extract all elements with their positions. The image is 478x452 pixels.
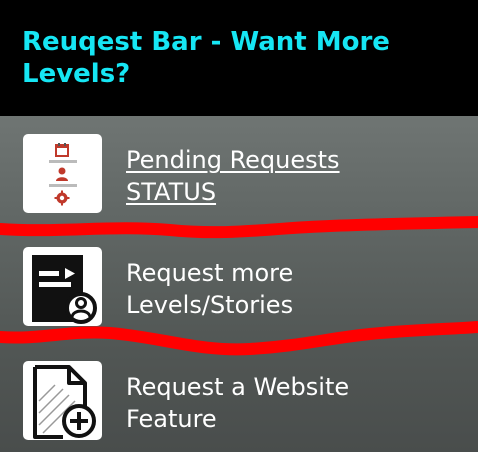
pending-requests-thumbnail bbox=[23, 134, 102, 213]
pending-requests-link[interactable]: Pending Requests STATUS bbox=[126, 144, 456, 208]
request-list: Pending Requests STATUS Request more Lev… bbox=[0, 116, 478, 452]
list-item-request-levels[interactable]: Request more Levels/Stories bbox=[0, 229, 478, 337]
gear-icon bbox=[54, 190, 70, 206]
thumbnail-caption bbox=[49, 184, 77, 187]
document-user-icon bbox=[32, 255, 97, 324]
thumbnail-caption bbox=[49, 160, 77, 163]
panel-header: Reuqest Bar - Want More Levels? bbox=[0, 0, 478, 116]
document-add-icon bbox=[33, 365, 96, 439]
request-feature-thumbnail bbox=[23, 361, 102, 440]
list-item-request-feature[interactable]: Request a Website Feature bbox=[0, 343, 478, 451]
request-bar-panel: Reuqest Bar - Want More Levels? Pending … bbox=[0, 0, 478, 452]
user-icon bbox=[56, 167, 68, 181]
request-levels-label[interactable]: Request more Levels/Stories bbox=[126, 257, 456, 321]
panel-title: Reuqest Bar - Want More Levels? bbox=[22, 27, 390, 89]
list-item-pending-requests[interactable]: Pending Requests STATUS bbox=[0, 116, 478, 224]
calendar-icon bbox=[55, 143, 69, 157]
request-feature-label[interactable]: Request a Website Feature bbox=[126, 371, 456, 435]
request-levels-thumbnail bbox=[23, 247, 102, 326]
